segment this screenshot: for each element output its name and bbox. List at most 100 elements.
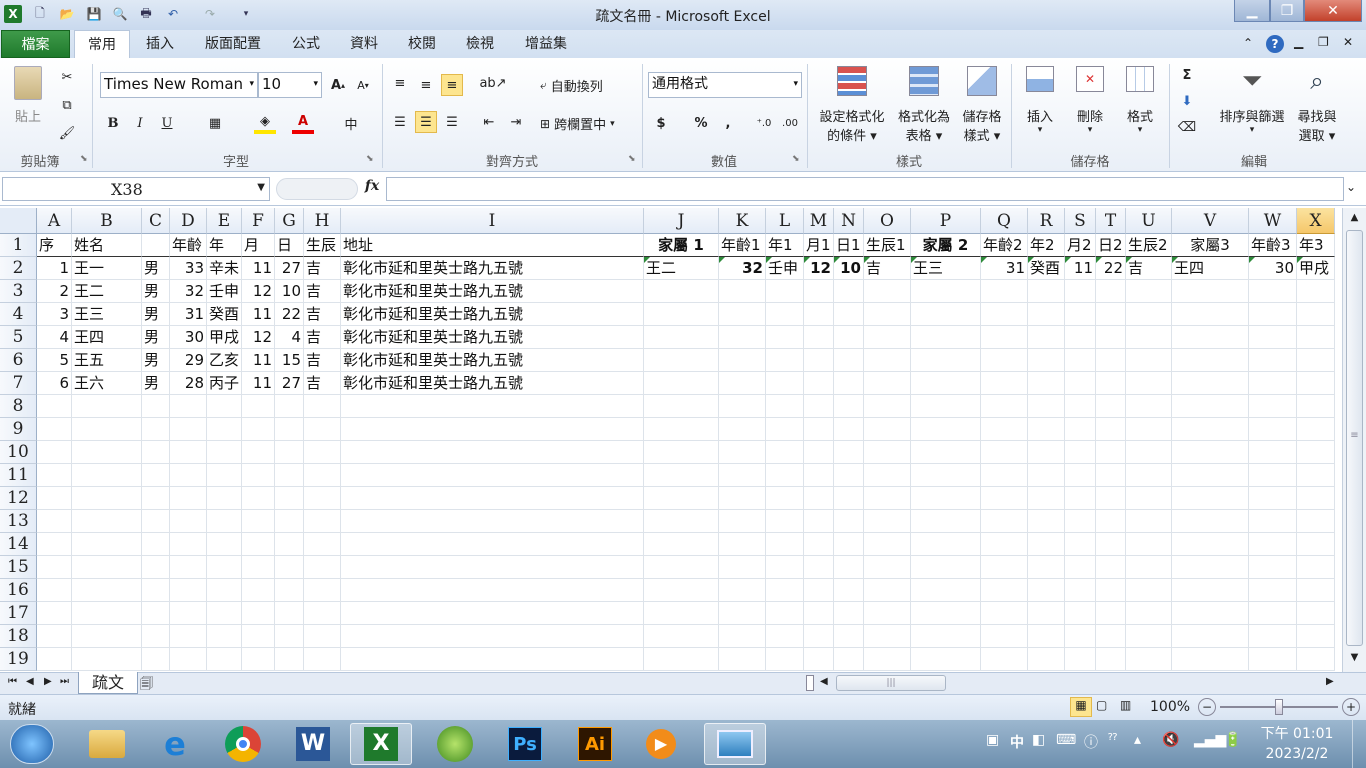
cell-u15[interactable] [1126,556,1172,579]
cell-m1[interactable]: 月1 [804,234,834,257]
cell-e6[interactable]: 乙亥 [207,349,242,372]
cell-u8[interactable] [1126,395,1172,418]
cell-x2[interactable]: 甲戌 [1297,257,1335,280]
cell-g17[interactable] [275,602,304,625]
cell-i4[interactable]: 彰化市延和里英士路九五號 [341,303,644,326]
cell-d7[interactable]: 28 [170,372,207,395]
cell-p17[interactable] [911,602,981,625]
row-header-12[interactable]: 12 [0,487,37,510]
row-header-11[interactable]: 11 [0,464,37,487]
dialog-launcher-icon[interactable]: ⬊ [792,154,800,164]
cell-i18[interactable] [341,625,644,648]
tab-review[interactable]: 校閱 [397,30,447,58]
cell-n14[interactable] [834,533,864,556]
cell-u14[interactable] [1126,533,1172,556]
cell-l16[interactable] [766,579,804,602]
power-icon[interactable]: 🔋 [1224,732,1241,748]
cell-w12[interactable] [1249,487,1297,510]
cell-c4[interactable]: 男 [142,303,170,326]
row-header-8[interactable]: 8 [0,395,37,418]
cell-q18[interactable] [981,625,1028,648]
cell-x7[interactable] [1297,372,1335,395]
cell-q10[interactable] [981,441,1028,464]
cell-i12[interactable] [341,487,644,510]
cell-j6[interactable] [644,349,719,372]
photoshop-icon[interactable]: Ps [494,723,556,765]
cell-q7[interactable] [981,372,1028,395]
orientation-icon[interactable]: ab↗ [479,72,506,94]
percent-button[interactable]: % [690,112,712,134]
cell-i10[interactable] [341,441,644,464]
cell-j13[interactable] [644,510,719,533]
cell-f13[interactable] [242,510,275,533]
cell-n5[interactable] [834,326,864,349]
cell-w13[interactable] [1249,510,1297,533]
cell-m12[interactable] [804,487,834,510]
tab-addins[interactable]: 增益集 [513,30,579,58]
cell-k14[interactable] [719,533,766,556]
cell-b15[interactable] [72,556,142,579]
row-header-5[interactable]: 5 [0,326,37,349]
cell-h19[interactable] [304,648,341,671]
cell-i19[interactable] [341,648,644,671]
cell-t5[interactable] [1096,326,1126,349]
insert-function-button[interactable]: fx [360,178,384,200]
cell-q3[interactable] [981,280,1028,303]
cell-x6[interactable] [1297,349,1335,372]
row-header-16[interactable]: 16 [0,579,37,602]
cell-u5[interactable] [1126,326,1172,349]
column-header-i[interactable]: I [341,208,644,234]
cell-l1[interactable]: 年1 [766,234,804,257]
dialog-launcher-icon[interactable]: ⬊ [628,154,636,164]
cell-v10[interactable] [1172,441,1249,464]
cell-g5[interactable]: 4 [275,326,304,349]
align-bottom-icon[interactable]: ≡ [441,74,463,96]
cell-a3[interactable]: 2 [37,280,72,303]
cell-l6[interactable] [766,349,804,372]
cell-h7[interactable]: 吉 [304,372,341,395]
restore-button[interactable]: ❐ [1270,0,1304,22]
cell-q1[interactable]: 年齡2 [981,234,1028,257]
cell-q5[interactable] [981,326,1028,349]
cell-e4[interactable]: 癸酉 [207,303,242,326]
cell-f9[interactable] [242,418,275,441]
ime-settings-icon[interactable]: ⌨ [1056,732,1076,748]
tab-file[interactable]: 檔案 [1,30,70,58]
sort-filter-button[interactable]: ⏷ 排序與篩選 ▾ [1212,66,1292,135]
cell-u10[interactable] [1126,441,1172,464]
row-header-1[interactable]: 1 [0,234,37,257]
cell-c2[interactable]: 男 [142,257,170,280]
cell-c14[interactable] [142,533,170,556]
cell-w14[interactable] [1249,533,1297,556]
cell-n12[interactable] [834,487,864,510]
cell-g9[interactable] [275,418,304,441]
cell-d10[interactable] [170,441,207,464]
cell-p10[interactable] [911,441,981,464]
currency-button[interactable]: $ [650,112,672,134]
cell-e5[interactable]: 甲戌 [207,326,242,349]
cell-v18[interactable] [1172,625,1249,648]
cell-o12[interactable] [864,487,911,510]
cell-k19[interactable] [719,648,766,671]
word-icon[interactable]: W [282,723,344,765]
excel-app-icon[interactable]: X [4,5,22,23]
hscroll-left-icon[interactable]: ◀ [820,676,828,687]
align-left-icon[interactable]: ☰ [389,111,411,133]
cell-t14[interactable] [1096,533,1126,556]
cell-g11[interactable] [275,464,304,487]
cell-n18[interactable] [834,625,864,648]
cell-w19[interactable] [1249,648,1297,671]
cell-j18[interactable] [644,625,719,648]
name-box[interactable]: X38 ▼ [2,177,270,201]
show-desktop-button[interactable] [1352,720,1366,768]
cell-styles-button[interactable]: 儲存格 樣式 ▾ [956,66,1008,144]
cell-g4[interactable]: 22 [275,303,304,326]
tab-split-handle[interactable] [806,675,814,691]
customize-qat-icon[interactable]: ▾ [236,4,256,24]
cell-d13[interactable] [170,510,207,533]
tab-insert[interactable]: 插入 [135,30,185,58]
cell-s12[interactable] [1065,487,1096,510]
row-header-9[interactable]: 9 [0,418,37,441]
column-header-x[interactable]: X [1297,208,1335,234]
cell-x11[interactable] [1297,464,1335,487]
